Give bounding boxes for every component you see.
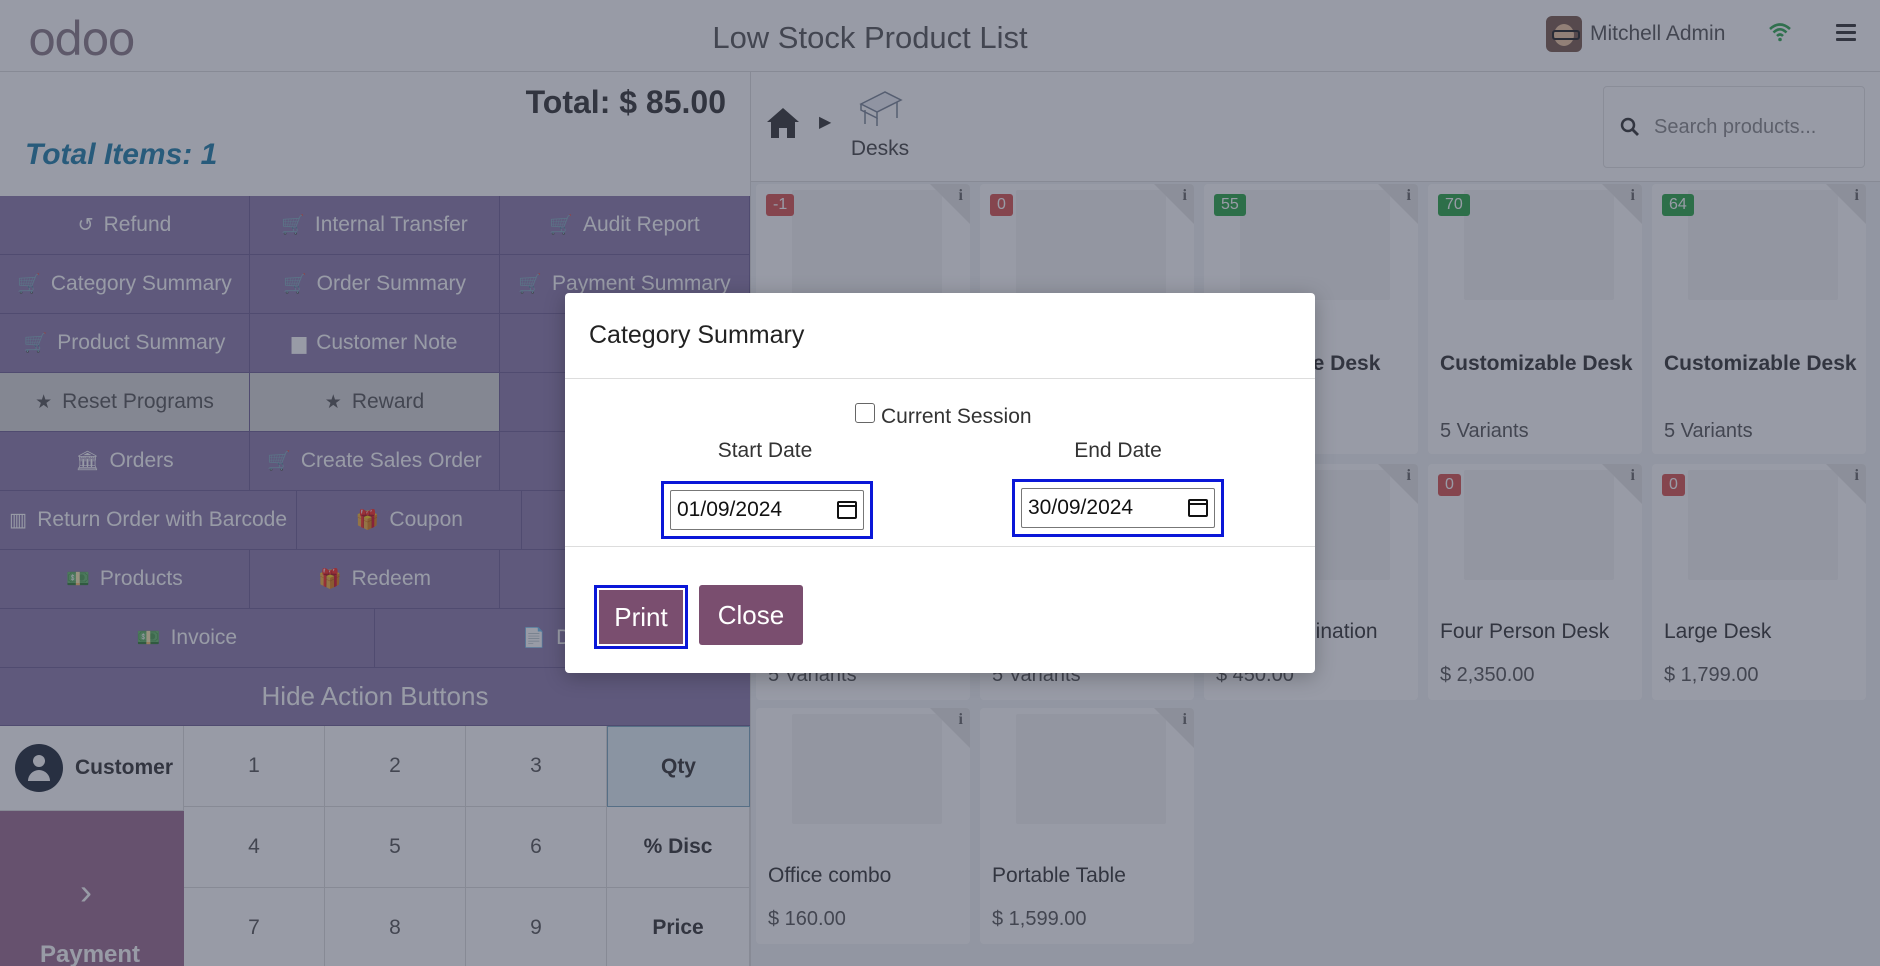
current-session-checkbox[interactable] — [855, 403, 875, 423]
current-session-option[interactable]: Current Session — [855, 403, 1032, 429]
close-button[interactable]: Close — [699, 585, 803, 645]
current-session-label: Current Session — [881, 405, 1032, 428]
end-date-value: 30/09/2024 — [1028, 496, 1134, 519]
calendar-icon[interactable] — [837, 501, 857, 519]
print-button[interactable]: Print — [594, 585, 688, 649]
calendar-icon[interactable] — [1188, 499, 1208, 517]
end-date-input-focus: 30/09/2024 — [1012, 479, 1224, 537]
start-date-label: Start Date — [717, 439, 813, 462]
end-date-label: End Date — [1074, 439, 1162, 462]
start-date-input-focus: 01/09/2024 — [661, 481, 873, 539]
start-date-value: 01/09/2024 — [677, 498, 783, 521]
dialog-header: Category Summary — [565, 293, 1315, 379]
end-date-input[interactable]: 30/09/2024 — [1021, 488, 1215, 528]
category-summary-dialog: Category Summary Current Session Start D… — [565, 293, 1315, 673]
start-date-input[interactable]: 01/09/2024 — [670, 490, 864, 530]
dialog-title: Category Summary — [589, 321, 805, 349]
print-button-label: Print — [599, 590, 683, 644]
